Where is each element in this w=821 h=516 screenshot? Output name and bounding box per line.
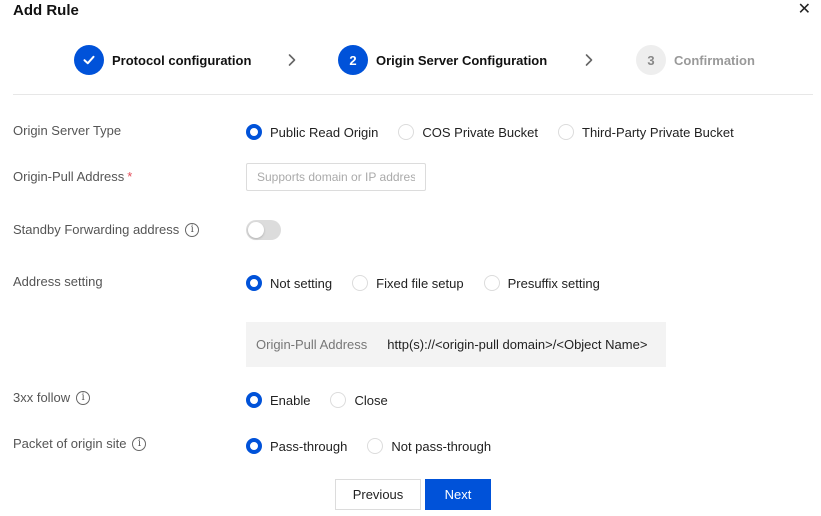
- stepper: Protocol configuration 2 Origin Server C…: [0, 44, 821, 76]
- dialog-title: Add Rule: [13, 2, 79, 19]
- origin-pull-address-input[interactable]: [246, 163, 426, 191]
- radio-not-pass-through[interactable]: Not pass-through: [367, 438, 491, 454]
- previous-button[interactable]: Previous: [335, 479, 421, 510]
- radio-checked-icon: [246, 275, 262, 291]
- radio-unchecked-icon: [330, 392, 347, 408]
- radio-unchecked-icon: [352, 275, 369, 291]
- step-protocol-configuration[interactable]: Protocol configuration: [74, 44, 251, 76]
- step-label: Origin Server Configuration: [376, 52, 548, 68]
- info-icon[interactable]: i: [132, 436, 147, 451]
- address-setting-label: Address setting: [13, 274, 103, 289]
- radio-presuffix-setting[interactable]: Presuffix setting: [483, 275, 600, 291]
- radio-pass-through[interactable]: Pass-through: [246, 438, 347, 454]
- origin-server-type-group: Public Read Origin COS Private Bucket Th…: [246, 124, 754, 140]
- radio-unchecked-icon: [398, 124, 415, 140]
- radio-unchecked-icon: [483, 275, 500, 291]
- next-button[interactable]: Next: [425, 479, 491, 510]
- radio-third-party-private-bucket[interactable]: Third-Party Private Bucket: [558, 124, 734, 140]
- address-preview-key: Origin-Pull Address: [256, 337, 368, 352]
- packet-origin-label: Packet of origin site i: [13, 436, 147, 451]
- origin-server-type-label: Origin Server Type: [13, 123, 122, 138]
- step-number: 2: [338, 45, 368, 75]
- step-number: 3: [636, 45, 666, 75]
- step-label: Protocol configuration: [112, 52, 252, 68]
- follow-3xx-group: Enable Close: [246, 392, 408, 408]
- info-icon[interactable]: i: [76, 390, 91, 405]
- follow-3xx-label: 3xx follow i: [13, 390, 91, 405]
- address-preview-value: http(s)://<origin-pull domain>/<Object N…: [387, 337, 648, 352]
- radio-public-read-origin[interactable]: Public Read Origin: [246, 124, 378, 140]
- step-origin-server-configuration[interactable]: 2 Origin Server Configuration: [338, 44, 547, 76]
- step-label: Confirmation: [674, 52, 755, 68]
- packet-origin-group: Pass-through Not pass-through: [246, 438, 511, 454]
- radio-not-setting[interactable]: Not setting: [246, 275, 332, 291]
- chevron-right-icon: [585, 54, 593, 66]
- radio-checked-icon: [246, 392, 262, 408]
- radio-checked-icon: [246, 124, 262, 140]
- address-preview: Origin-Pull Address http(s)://<origin-pu…: [246, 322, 666, 367]
- step-confirmation[interactable]: 3 Confirmation: [636, 44, 755, 76]
- radio-close[interactable]: Close: [330, 392, 388, 408]
- info-icon[interactable]: i: [185, 222, 200, 237]
- check-icon: [74, 45, 104, 75]
- close-icon[interactable]: ✕: [798, 1, 811, 19]
- required-mark: *: [127, 169, 133, 184]
- radio-enable[interactable]: Enable: [246, 392, 310, 408]
- radio-unchecked-icon: [558, 124, 574, 140]
- standby-forwarding-label: Standby Forwarding address i: [13, 222, 200, 237]
- radio-fixed-file-setup[interactable]: Fixed file setup: [352, 275, 464, 291]
- radio-cos-private-bucket[interactable]: COS Private Bucket: [398, 124, 538, 140]
- address-setting-group: Not setting Fixed file setup Presuffix s…: [246, 275, 620, 291]
- radio-unchecked-icon: [367, 438, 384, 454]
- radio-checked-icon: [246, 438, 262, 454]
- toggle-knob: [248, 222, 264, 238]
- standby-forwarding-toggle[interactable]: [246, 220, 281, 240]
- chevron-right-icon: [288, 54, 296, 66]
- divider: [13, 94, 813, 95]
- origin-pull-address-label: Origin-Pull Address *: [13, 169, 133, 184]
